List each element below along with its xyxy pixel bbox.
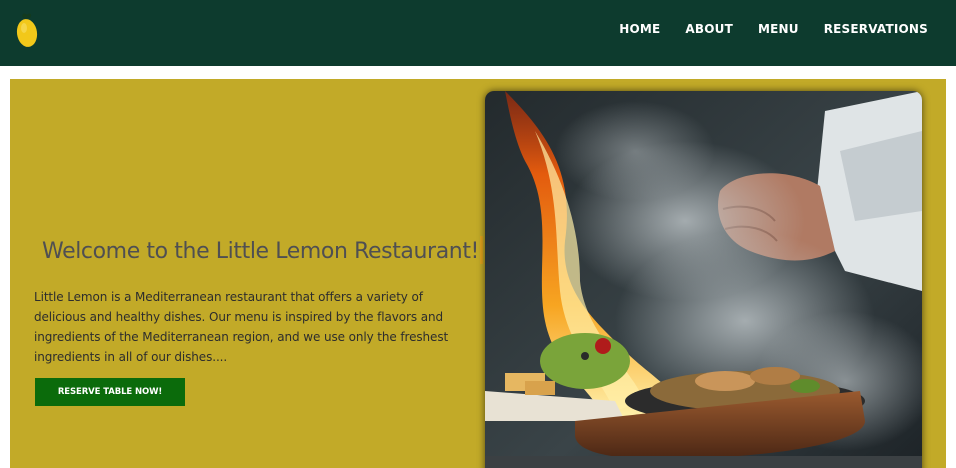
hero-section: Welcome to the Little Lemon Restaurant! … bbox=[10, 79, 946, 468]
nav-reservations-link[interactable]: RESERVATIONS bbox=[824, 22, 928, 36]
lemon-logo-icon[interactable] bbox=[14, 12, 40, 50]
main-nav: HOME ABOUT MENU RESERVATIONS bbox=[594, 0, 928, 58]
text-cursor bbox=[479, 236, 483, 264]
reserve-table-button[interactable]: RESERVE TABLE NOW! bbox=[35, 378, 185, 406]
nav-home-link[interactable]: HOME bbox=[619, 22, 660, 36]
hero-heading-text: Welcome to the Little Lemon Restaurant! bbox=[42, 239, 479, 264]
hero-description: Little Lemon is a Mediterranean restaura… bbox=[34, 290, 449, 364]
navbar: HOME ABOUT MENU RESERVATIONS bbox=[0, 0, 956, 66]
nav-about-link[interactable]: ABOUT bbox=[685, 22, 733, 36]
nav-menu-link[interactable]: MENU bbox=[758, 22, 799, 36]
hero-food-image bbox=[485, 91, 922, 468]
hero-heading: Welcome to the Little Lemon Restaurant! bbox=[42, 236, 483, 264]
